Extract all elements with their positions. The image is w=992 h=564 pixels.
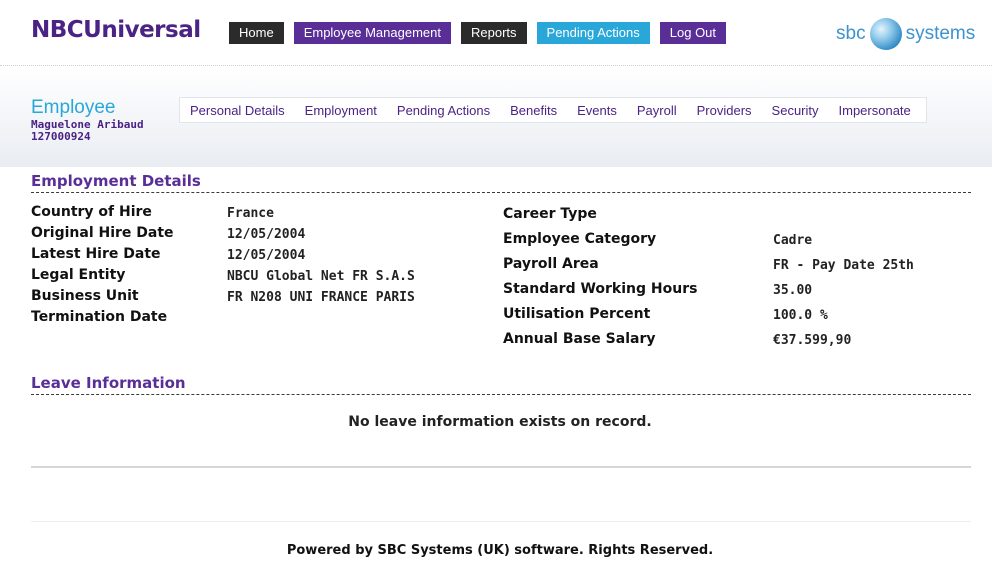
- field-value: €37.599,90: [773, 333, 852, 348]
- globe-icon: [869, 18, 902, 50]
- field-label: Payroll Area: [503, 256, 599, 272]
- field-label: Country of Hire: [31, 204, 152, 220]
- leave-information-heading: Leave Information: [31, 374, 186, 392]
- field-value: 12/05/2004: [227, 248, 306, 263]
- field-label: Standard Working Hours: [503, 281, 698, 297]
- field-label: Utilisation Percent: [503, 306, 651, 322]
- tab-events[interactable]: Events: [577, 103, 617, 118]
- nav-home-button[interactable]: Home: [229, 22, 284, 44]
- employee-tabs: Personal Details Employment Pending Acti…: [179, 97, 927, 123]
- tab-employment[interactable]: Employment: [305, 103, 377, 118]
- brand-right-text: systems: [905, 23, 976, 44]
- tab-impersonate[interactable]: Impersonate: [839, 103, 911, 118]
- leave-empty-message: No leave information exists on record.: [348, 414, 652, 430]
- field-value: 35.00: [773, 283, 813, 298]
- tab-pending-actions[interactable]: Pending Actions: [397, 103, 490, 118]
- field-value: 100.0 %: [773, 308, 828, 323]
- section-divider: [31, 394, 971, 395]
- field-value: Cadre: [773, 233, 813, 248]
- field-label: Career Type: [503, 206, 597, 222]
- field-value: France: [227, 206, 274, 221]
- tab-payroll[interactable]: Payroll: [637, 103, 677, 118]
- nav-log-out-button[interactable]: Log Out: [659, 22, 727, 44]
- nav-reports-button[interactable]: Reports: [461, 22, 527, 44]
- footer-divider: [31, 521, 971, 522]
- footer-text: Powered by SBC Systems (UK) software. Ri…: [286, 543, 714, 558]
- field-label: Business Unit: [31, 288, 139, 304]
- tab-benefits[interactable]: Benefits: [510, 103, 557, 118]
- field-value: 12/05/2004: [227, 227, 306, 242]
- nav-employee-management-button[interactable]: Employee Management: [293, 22, 451, 44]
- content-divider: [31, 466, 971, 468]
- tab-providers[interactable]: Providers: [697, 103, 752, 118]
- brand-left-text: sbc: [836, 23, 866, 44]
- field-value: NBCU Global Net FR S.A.S: [227, 269, 415, 284]
- field-label: Employee Category: [503, 231, 657, 247]
- header: NBCUniversal Home Employee Management Re…: [0, 0, 992, 66]
- sbc-systems-logo: sbc systems: [836, 18, 975, 50]
- field-value: FR - Pay Date 25th: [773, 258, 914, 273]
- tab-personal-details[interactable]: Personal Details: [190, 103, 285, 118]
- field-label: Termination Date: [31, 309, 168, 325]
- nav-pending-actions-button[interactable]: Pending Actions: [536, 22, 650, 44]
- tab-security[interactable]: Security: [772, 103, 819, 118]
- employee-id: 127000924: [31, 130, 91, 143]
- main-nav: Home Employee Management Reports Pending…: [229, 22, 727, 44]
- section-divider: [31, 192, 971, 193]
- field-label: Annual Base Salary: [503, 331, 656, 347]
- employment-details-heading: Employment Details: [31, 172, 201, 190]
- field-label: Original Hire Date: [31, 225, 174, 241]
- employee-title: Employee: [31, 97, 116, 118]
- nbcuniversal-logo: NBCUniversal: [31, 17, 201, 43]
- field-label: Latest Hire Date: [31, 246, 161, 262]
- field-value: FR N208 UNI FRANCE PARIS: [227, 290, 415, 305]
- field-label: Legal Entity: [31, 267, 126, 283]
